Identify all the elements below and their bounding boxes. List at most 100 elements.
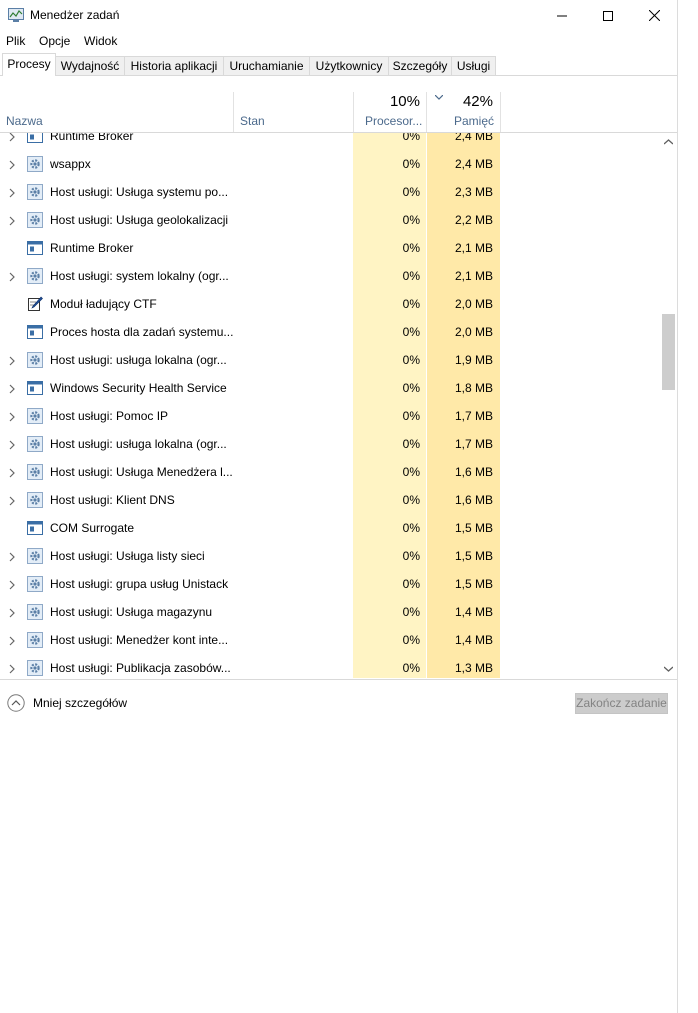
column-cpu[interactable]: 10% Procesor... (354, 88, 426, 132)
expand-chevron-icon[interactable] (7, 187, 17, 198)
tab-startup[interactable]: Uruchamianie (223, 56, 310, 75)
process-memory: 1,7 MB (454, 409, 493, 423)
end-task-button[interactable]: Zakończ zadanie (575, 693, 668, 714)
process-cpu: 0% (402, 213, 420, 227)
task-manager-window: Menedżer zadań Plik Opcje Widok Procesy … (0, 0, 678, 1013)
process-row[interactable]: Host usługi: Menedżer kont inte... 0% 1,4 … (0, 626, 660, 654)
process-row[interactable]: Windows Security Health Service 0% 1,8 MB (0, 374, 660, 402)
maximize-button[interactable] (585, 0, 631, 31)
column-status[interactable]: Stan (234, 88, 353, 132)
process-row[interactable]: Moduł ładujący CTF 0% 2,0 MB (0, 290, 660, 318)
expand-chevron-icon[interactable] (7, 383, 17, 394)
app-window-icon (27, 380, 43, 396)
process-cpu: 0% (402, 465, 420, 479)
tab-users[interactable]: Użytkownicy (309, 56, 389, 75)
process-memory: 1,5 MB (454, 577, 493, 591)
process-memory: 2,0 MB (454, 297, 493, 311)
tab-app-history[interactable]: Historia aplikacji (124, 56, 224, 75)
process-memory: 1,8 MB (454, 381, 493, 395)
expand-chevron-icon[interactable] (7, 159, 17, 170)
gear-icon (27, 408, 43, 424)
process-row[interactable]: Host usługi: Usługa geolokalizacji 0% 2,2 … (0, 206, 660, 234)
tab-processes[interactable]: Procesy (2, 53, 56, 76)
expand-chevron-icon[interactable] (7, 607, 17, 618)
process-row[interactable]: Host usługi: Usługa listy sieci 0% 1,5 MB (0, 542, 660, 570)
process-row[interactable]: wsappx 0% 2,4 MB (0, 150, 660, 178)
sort-descending-icon (435, 95, 443, 100)
process-row[interactable]: Proces hosta dla zadań systemu... 0% 2,0 M… (0, 318, 660, 346)
app-window-icon (27, 240, 43, 256)
column-memory[interactable]: 42% Pamięć (427, 88, 500, 132)
process-memory: 1,5 MB (454, 549, 493, 563)
process-row[interactable]: COM Surrogate 0% 1,5 MB (0, 514, 660, 542)
expand-chevron-icon[interactable] (7, 439, 17, 450)
process-row[interactable]: Host usługi: Usługa magazynu 0% 1,4 MB (0, 598, 660, 626)
process-row[interactable]: Host usługi: Klient DNS 0% 1,6 MB (0, 486, 660, 514)
tab-services[interactable]: Usługi (451, 56, 496, 75)
process-row[interactable]: Host usługi: grupa usług Unistack 0% 1,5 M… (0, 570, 660, 598)
process-name: Host usługi: Usługa listy sieci (50, 549, 205, 563)
tab-details[interactable]: Szczegóły (388, 56, 452, 75)
process-memory: 1,9 MB (454, 353, 493, 367)
process-row[interactable]: Host usługi: Publikacja zasobów... 0% 1,3 … (0, 654, 660, 678)
process-memory: 1,5 MB (454, 521, 493, 535)
process-name: Host usługi: Menedżer kont inte... (50, 633, 229, 647)
tab-performance[interactable]: Wydajność (55, 56, 125, 75)
gear-icon (27, 212, 43, 228)
gear-icon (27, 632, 43, 648)
process-cpu: 0% (402, 325, 420, 339)
expand-chevron-icon[interactable] (7, 495, 17, 506)
expand-chevron-icon[interactable] (7, 551, 17, 562)
column-cpu-label: Procesor... (365, 114, 423, 128)
vertical-scrollbar[interactable] (660, 133, 677, 678)
process-memory: 1,7 MB (454, 437, 493, 451)
process-row[interactable]: Host usługi: Usługa systemu po... 0% 2,3 M… (0, 178, 660, 206)
column-divider (500, 92, 501, 132)
process-name: Host usługi: Usługa magazynu (50, 605, 213, 619)
process-memory: 1,6 MB (454, 465, 493, 479)
process-row[interactable]: Host usługi: usługa lokalna (ogr... 0% 1,7… (0, 430, 660, 458)
expand-chevron-icon[interactable] (7, 411, 17, 422)
close-button[interactable] (631, 0, 677, 31)
column-name-label: Nazwa (6, 114, 43, 128)
scroll-down-icon[interactable] (664, 666, 673, 672)
expand-chevron-icon[interactable] (7, 133, 17, 142)
process-row[interactable]: Host usługi: Pomoc IP 0% 1,7 MB (0, 402, 660, 430)
process-name: Moduł ładujący CTF (50, 297, 157, 311)
menu-bar: Plik Opcje Widok (0, 31, 677, 51)
tab-bar: Procesy Wydajność Historia aplikacji Uru… (0, 53, 677, 76)
app-window-icon (27, 324, 43, 340)
process-name: Host usługi: Usługa systemu po... (50, 185, 229, 199)
process-name: Host usługi: Usługa Menedżera l... (50, 465, 233, 479)
menu-options[interactable]: Opcje (39, 34, 70, 48)
fewer-details-link[interactable]: Mniej szczegółów (33, 696, 127, 710)
expand-chevron-icon[interactable] (7, 579, 17, 590)
expand-chevron-icon[interactable] (7, 215, 17, 226)
gear-icon (27, 660, 43, 676)
menu-view[interactable]: Widok (84, 34, 117, 48)
gear-icon (27, 436, 43, 452)
window-title: Menedżer zadań (30, 8, 120, 22)
process-row[interactable]: Host usługi: Usługa Menedżera l... 0% 1,6 … (0, 458, 660, 486)
minimize-button[interactable] (539, 0, 585, 31)
process-cpu: 0% (402, 353, 420, 367)
process-row[interactable]: Host usługi: usługa lokalna (ogr... 0% 1,9… (0, 346, 660, 374)
expand-chevron-icon[interactable] (7, 355, 17, 366)
process-row[interactable]: Runtime Broker 0% 2,4 MB (0, 133, 660, 150)
menu-file[interactable]: Plik (6, 34, 25, 48)
collapse-chevron-icon[interactable] (7, 694, 25, 712)
expand-chevron-icon[interactable] (7, 663, 17, 674)
scrollbar-thumb[interactable] (662, 314, 675, 390)
process-cpu: 0% (402, 241, 420, 255)
process-cpu: 0% (402, 633, 420, 647)
process-row[interactable]: Host usługi: system lokalny (ogr... 0% 2,1… (0, 262, 660, 290)
scroll-up-icon[interactable] (664, 139, 673, 145)
column-name[interactable]: Nazwa (0, 88, 233, 132)
process-name: Host usługi: Pomoc IP (50, 409, 169, 423)
expand-chevron-icon[interactable] (7, 271, 17, 282)
process-row[interactable]: Runtime Broker 0% 2,1 MB (0, 234, 660, 262)
expand-chevron-icon[interactable] (7, 635, 17, 646)
app-window-icon (27, 520, 43, 536)
cpu-percent: 10% (389, 93, 420, 110)
expand-chevron-icon[interactable] (7, 467, 17, 478)
